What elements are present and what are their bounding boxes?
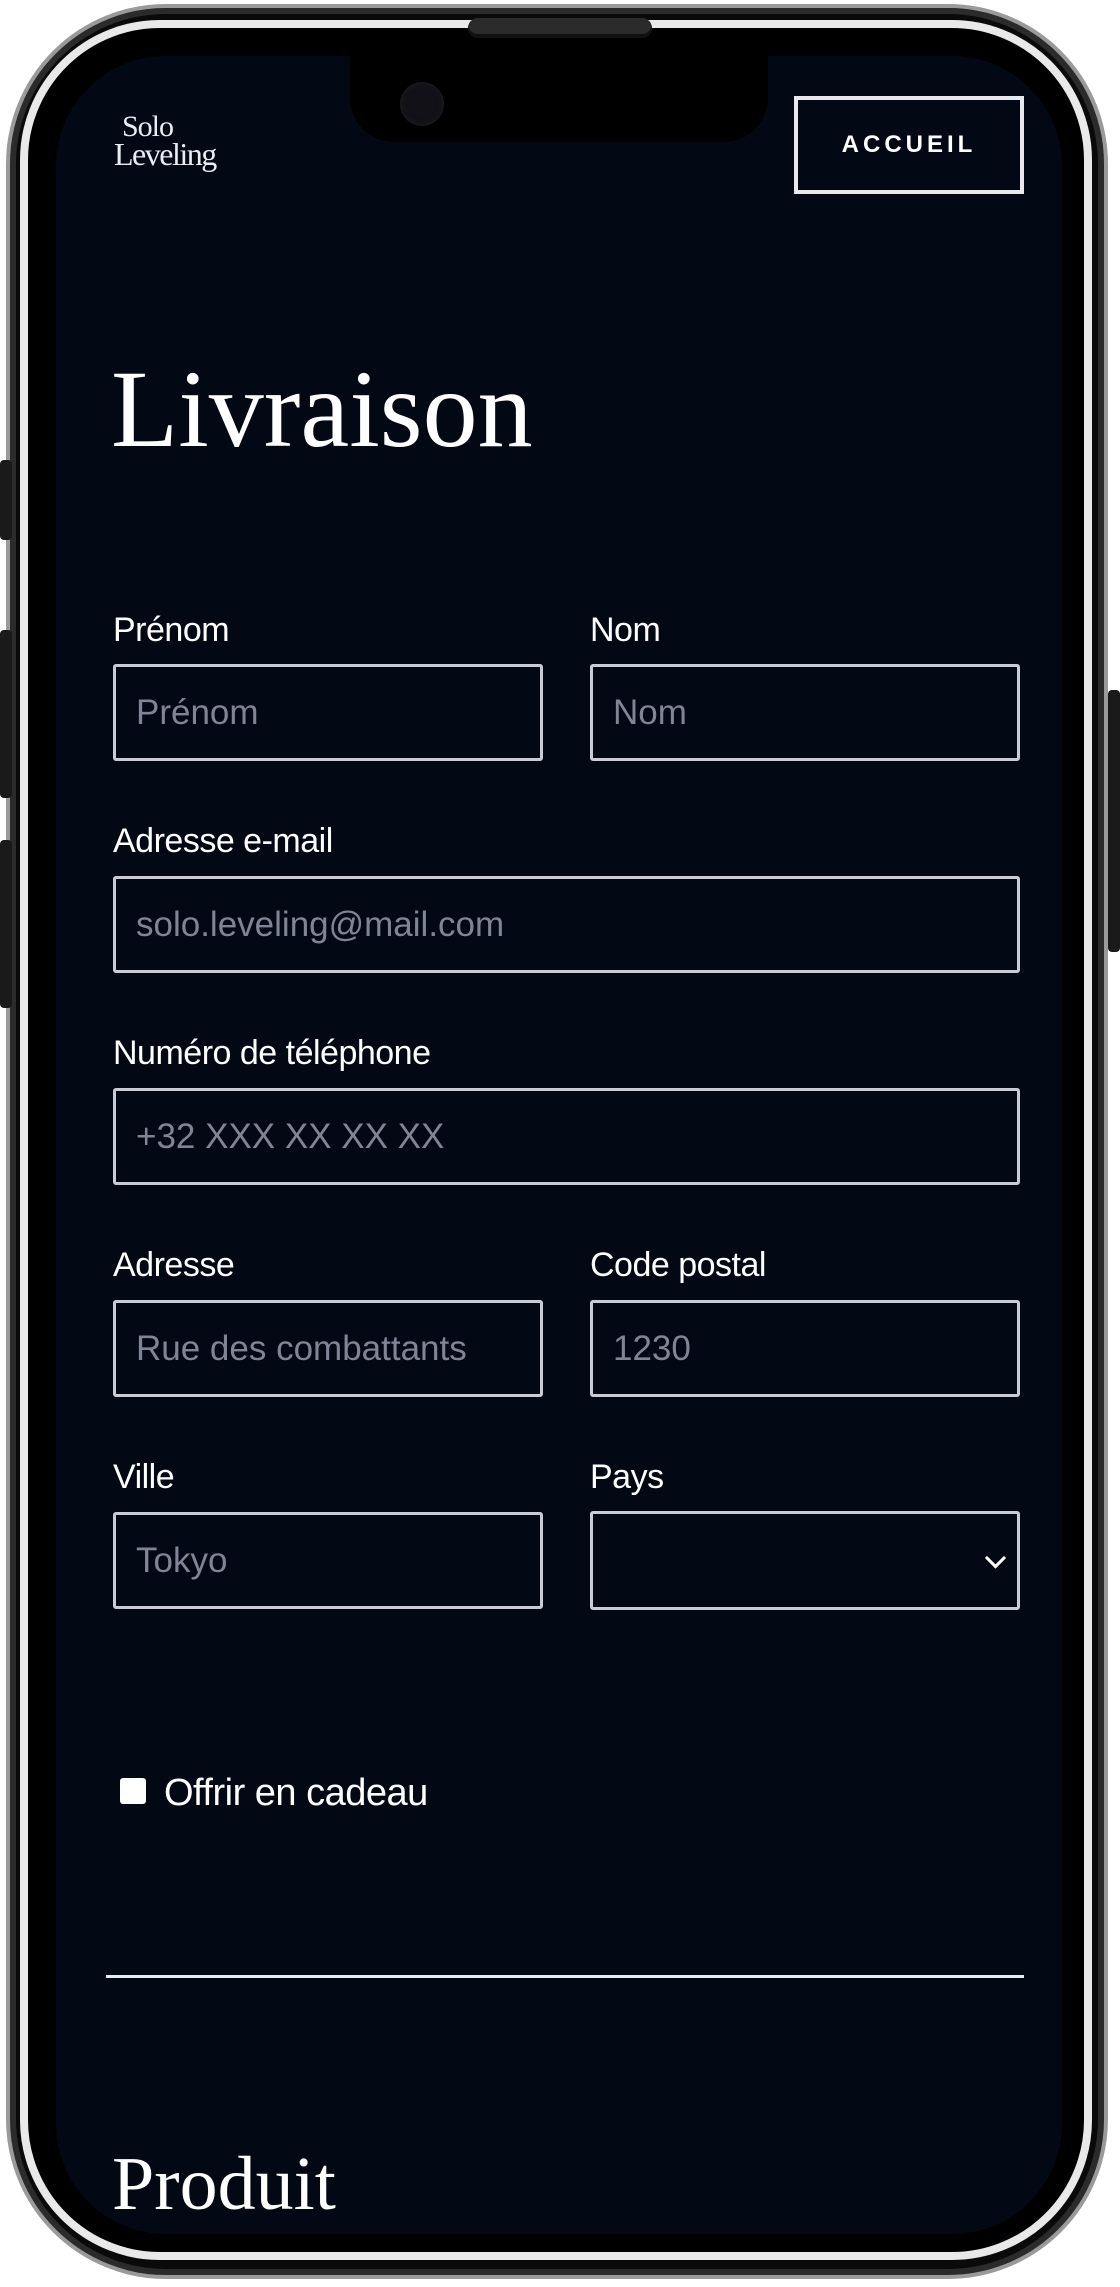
mute-switch (0, 460, 12, 540)
power-button (1108, 690, 1120, 952)
address-label: Adresse (113, 1246, 235, 1284)
phone-label: Numéro de téléphone (113, 1034, 431, 1072)
notch (350, 56, 768, 142)
front-camera-icon (400, 82, 444, 126)
country-select[interactable] (590, 1511, 1020, 1610)
speaker-grille (468, 18, 652, 38)
city-field[interactable]: Tokyo (113, 1512, 543, 1609)
gift-checkbox[interactable] (120, 1778, 146, 1804)
volume-down-button (0, 840, 12, 1008)
city-label: Ville (113, 1458, 175, 1496)
phone-screen: Solo Leveling ACCUEIL Livraison Prénom P… (56, 56, 1062, 2234)
page-title: Livraison (111, 348, 533, 470)
product-section-title: Produit (112, 2142, 336, 2226)
chevron-down-icon (984, 1546, 1007, 1569)
volume-up-button (0, 630, 12, 798)
device-mockup: Solo Leveling ACCUEIL Livraison Prénom P… (0, 0, 1120, 2287)
country-label: Pays (590, 1458, 664, 1496)
address-field[interactable]: Rue des combattants (113, 1300, 543, 1397)
last-name-field[interactable]: Nom (590, 664, 1020, 761)
home-button[interactable]: ACCUEIL (794, 96, 1024, 194)
email-label: Adresse e-mail (113, 822, 333, 860)
last-name-label: Nom (590, 611, 661, 649)
postal-code-field[interactable]: 1230 (590, 1300, 1020, 1397)
section-divider (106, 1975, 1024, 1978)
phone-field[interactable]: +32 XXX XX XX XX (113, 1088, 1020, 1185)
first-name-label: Prénom (113, 611, 230, 649)
email-field[interactable]: solo.leveling@mail.com (113, 876, 1020, 973)
logo-line-2: Leveling (114, 136, 217, 172)
site-logo[interactable]: Solo Leveling (114, 112, 234, 192)
gift-checkbox-label[interactable]: Offrir en cadeau (164, 1772, 428, 1815)
first-name-field[interactable]: Prénom (113, 664, 543, 761)
postal-code-label: Code postal (590, 1246, 766, 1284)
